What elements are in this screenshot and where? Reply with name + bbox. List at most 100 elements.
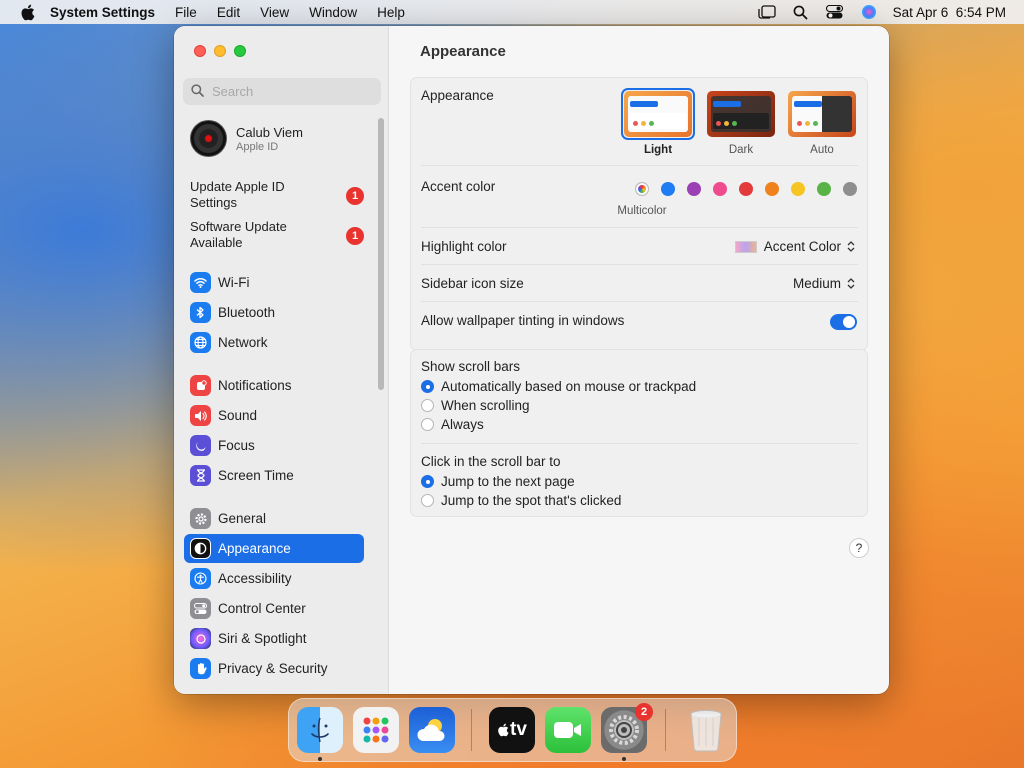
appearance-option-dark[interactable] — [707, 91, 775, 137]
apple-id-account[interactable]: Calub Viem Apple ID — [190, 120, 303, 157]
scroll-bars-when-scrolling-option[interactable]: When scrolling — [421, 398, 530, 413]
accessibility-icon — [190, 568, 211, 589]
jump-to-spot-option[interactable]: Jump to the spot that's clicked — [421, 493, 621, 508]
appearance-icon — [190, 538, 211, 559]
sidebar-item-siri-spotlight[interactable]: Siri & Spotlight — [184, 624, 364, 653]
sidebar-item-notifications[interactable]: Notifications — [184, 371, 364, 400]
menu-app-name[interactable]: System Settings — [50, 5, 155, 20]
spotlight-search-icon[interactable] — [791, 4, 811, 20]
radio-label: Jump to the next page — [441, 474, 575, 489]
appearance-option-light[interactable] — [621, 88, 695, 140]
menu-help[interactable]: Help — [377, 5, 405, 20]
account-subtitle: Apple ID — [236, 140, 279, 153]
show-scroll-bars-label: Show scroll bars — [421, 359, 521, 374]
sidebar-item-wifi[interactable]: Wi-Fi — [184, 268, 364, 297]
appearance-option-label: Dark — [728, 144, 754, 156]
sidebar-item-screen-time[interactable]: Screen Time — [184, 461, 364, 490]
menubar-clock[interactable]: Sat Apr 6 6:54 PM — [893, 5, 1006, 20]
radio-label: Automatically based on mouse or trackpad — [441, 379, 697, 394]
accent-orange-swatch[interactable] — [765, 182, 779, 196]
wallpaper-tinting-label: Allow wallpaper tinting in windows — [421, 313, 625, 328]
sidebar-item-focus[interactable]: Focus — [184, 431, 364, 460]
search-input[interactable] — [212, 84, 372, 99]
sidebar-item-appearance[interactable]: Appearance — [184, 534, 364, 563]
sidebar-item-accessibility[interactable]: Accessibility — [184, 564, 364, 593]
sidebar-icon-size-popup[interactable]: Medium — [793, 276, 855, 291]
apple-menu-icon[interactable] — [18, 3, 36, 21]
radio-label: Always — [441, 417, 484, 432]
accent-purple-swatch[interactable] — [687, 182, 701, 196]
appearance-settings-card: Appearance Light Dark Auto Accent color … — [410, 77, 868, 351]
radio-button[interactable] — [421, 475, 434, 488]
divider — [421, 301, 858, 302]
jump-next-page-option[interactable]: Jump to the next page — [421, 474, 575, 489]
accent-pink-swatch[interactable] — [713, 182, 727, 196]
scroll-bars-auto-option[interactable]: Automatically based on mouse or trackpad — [421, 379, 696, 394]
stage-manager-icon[interactable] — [757, 4, 777, 20]
sidebar-item-bluetooth[interactable]: Bluetooth — [184, 298, 364, 327]
sidebar-item-label: Appearance — [218, 541, 291, 556]
accent-red-swatch[interactable] — [739, 182, 753, 196]
zoom-window-button[interactable] — [234, 45, 246, 57]
control-center-icon[interactable] — [825, 4, 845, 20]
accent-green-swatch[interactable] — [817, 182, 831, 196]
light-thumbnail — [624, 91, 692, 137]
dock-weather-icon[interactable] — [409, 707, 455, 753]
sidebar-item-control-center[interactable]: Control Center — [184, 594, 364, 623]
moon-icon — [190, 435, 211, 456]
appearance-option-label: Light — [643, 144, 673, 156]
radio-button[interactable] — [421, 494, 434, 507]
sidebar-item-label: Control Center — [218, 601, 306, 616]
dock-trash-icon[interactable] — [683, 707, 729, 753]
help-button[interactable]: ? — [849, 538, 869, 558]
chevron-up-down-icon — [846, 240, 855, 254]
accent-graphite-swatch[interactable] — [843, 182, 857, 196]
software-update-available-item[interactable]: Software Update Available 1 — [190, 219, 370, 251]
search-field[interactable] — [183, 78, 381, 105]
divider — [421, 165, 858, 166]
scroll-bar-settings-card: Show scroll bars Automatically based on … — [410, 349, 868, 517]
menu-edit[interactable]: Edit — [217, 5, 240, 20]
radio-button[interactable] — [421, 380, 434, 393]
dock-separator — [665, 709, 666, 751]
sidebar-item-sound[interactable]: Sound — [184, 401, 364, 430]
accent-yellow-swatch[interactable] — [791, 182, 805, 196]
sidebar-item-label: Wi-Fi — [218, 275, 250, 290]
dock-launchpad-icon[interactable] — [353, 707, 399, 753]
radio-button[interactable] — [421, 418, 434, 431]
scroll-bars-always-option[interactable]: Always — [421, 417, 484, 432]
accent-multicolor-swatch[interactable] — [635, 182, 649, 196]
menu-view[interactable]: View — [260, 5, 289, 20]
running-indicator — [318, 757, 322, 761]
sidebar: Calub Viem Apple ID Update Apple ID Sett… — [174, 26, 389, 694]
accent-blue-swatch[interactable] — [661, 182, 675, 196]
sidebar-item-general[interactable]: General — [184, 504, 364, 533]
siri-icon[interactable] — [859, 4, 879, 20]
minimize-window-button[interactable] — [214, 45, 226, 57]
close-window-button[interactable] — [194, 45, 206, 57]
dock-apple-tv-icon[interactable]: tv — [489, 707, 535, 753]
dock-separator — [471, 709, 472, 751]
toggles-icon — [190, 598, 211, 619]
dock-finder-icon[interactable] — [297, 707, 343, 753]
appearance-option-auto[interactable] — [788, 91, 856, 137]
dock-facetime-icon[interactable] — [545, 707, 591, 753]
sidebar-item-privacy-security[interactable]: Privacy & Security — [184, 654, 364, 683]
speaker-icon — [190, 405, 211, 426]
sidebar-scrollbar[interactable] — [378, 118, 384, 390]
bell-icon — [190, 375, 211, 396]
highlight-color-popup[interactable]: Accent Color — [734, 239, 855, 254]
menu-window[interactable]: Window — [309, 5, 357, 20]
avatar — [190, 120, 227, 157]
radio-button[interactable] — [421, 399, 434, 412]
sidebar-item-network[interactable]: Network — [184, 328, 364, 357]
menu-file[interactable]: File — [175, 5, 197, 20]
divider — [421, 443, 858, 444]
wallpaper-tinting-toggle[interactable] — [830, 314, 857, 330]
gear-icon — [190, 508, 211, 529]
accent-selected-label: Multicolor — [617, 205, 667, 217]
notice-label: Software Update Available — [190, 219, 287, 250]
update-apple-id-settings-item[interactable]: Update Apple ID Settings 1 — [190, 179, 370, 211]
click-scroll-bar-label: Click in the scroll bar to — [421, 454, 561, 469]
sidebar-item-label: Siri & Spotlight — [218, 631, 307, 646]
